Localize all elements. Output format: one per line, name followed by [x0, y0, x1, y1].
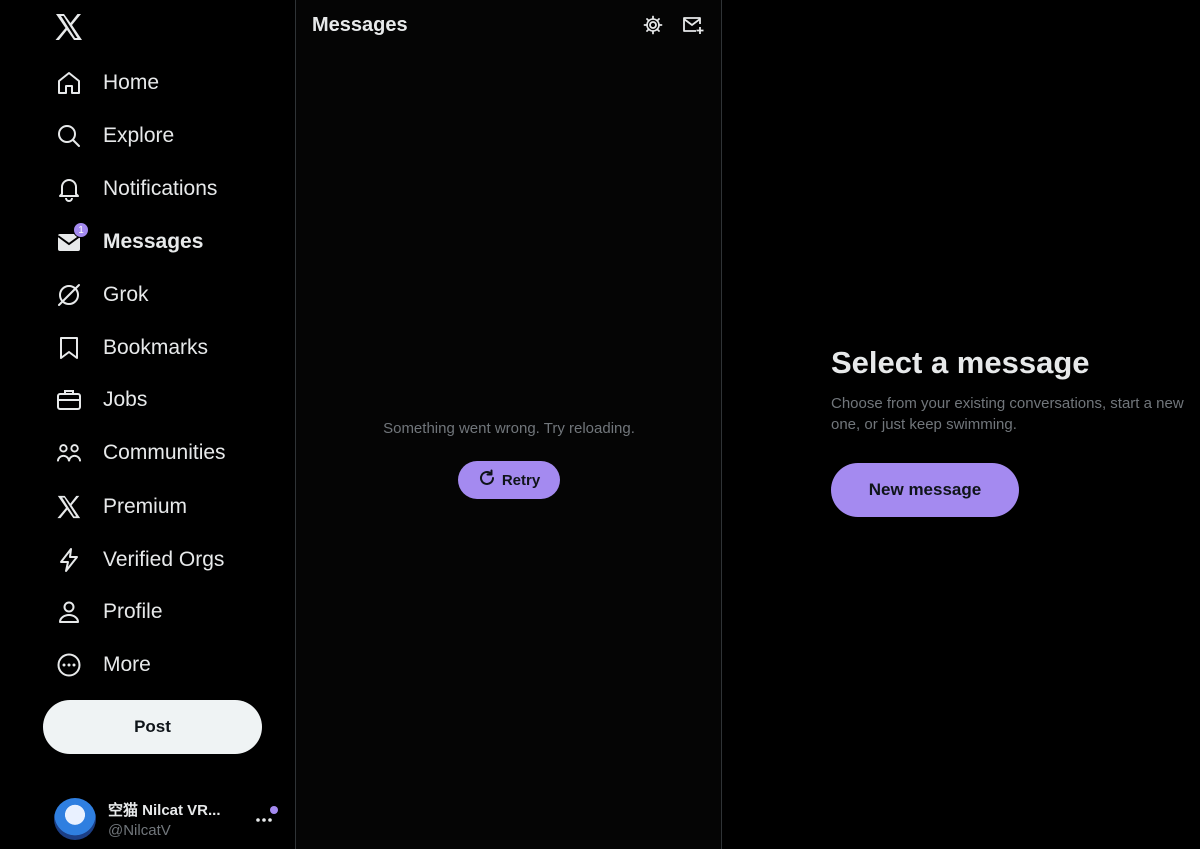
account-info: 空猫 Nilcat VR... @NilcatV	[108, 799, 248, 839]
person-icon	[56, 599, 82, 625]
messages-header: Messages	[296, 0, 721, 50]
sidebar-item-label: Home	[103, 71, 160, 94]
retry-label: Retry	[501, 471, 541, 489]
sidebar-item-grok[interactable]: Grok	[42, 271, 163, 319]
conversation-pane: Select a message Choose from your existi…	[722, 0, 1200, 849]
briefcase-icon	[56, 387, 82, 413]
sidebar-item-label: Bookmarks	[103, 336, 209, 359]
more-circle-icon	[56, 652, 82, 678]
sidebar: Home Explore Notifications 1 Messages Gr…	[0, 0, 296, 849]
envelope-icon: 1	[56, 222, 89, 255]
messages-panel: Messages Something went wrong. Try reloa…	[296, 0, 722, 849]
sidebar-item-bookmarks[interactable]: Bookmarks	[42, 324, 222, 372]
account-handle: @NilcatV	[108, 822, 171, 839]
retry-button[interactable]: Retry	[458, 461, 560, 499]
account-name: 空猫 Nilcat VR...	[108, 802, 221, 819]
sidebar-item-jobs[interactable]: Jobs	[42, 376, 161, 424]
sidebar-item-notifications[interactable]: Notifications	[42, 165, 231, 213]
page-title: Messages	[312, 13, 408, 36]
sidebar-item-label: Communities	[103, 441, 226, 464]
sidebar-item-verified-orgs[interactable]: Verified Orgs	[42, 536, 238, 584]
sidebar-item-label: Premium	[103, 495, 188, 518]
x-logo-icon[interactable]	[50, 8, 88, 46]
gear-icon[interactable]	[641, 13, 665, 37]
sidebar-item-home[interactable]: Home	[42, 59, 173, 107]
new-message-icon[interactable]	[681, 13, 705, 37]
unread-badge: 1	[73, 222, 89, 238]
sidebar-item-label: Verified Orgs	[103, 548, 225, 571]
home-icon	[56, 70, 82, 96]
sidebar-item-more[interactable]: More	[42, 641, 165, 689]
sidebar-item-explore[interactable]: Explore	[42, 112, 188, 160]
bookmark-icon	[56, 335, 82, 361]
sidebar-item-label: More	[103, 653, 151, 676]
more-horizontal-icon[interactable]	[252, 808, 276, 832]
post-button[interactable]: Post	[43, 700, 262, 754]
sidebar-item-label: Jobs	[103, 388, 148, 411]
bell-icon	[56, 176, 82, 202]
avatar	[54, 798, 96, 840]
sidebar-item-premium[interactable]: Premium	[42, 483, 201, 531]
account-switcher[interactable]: 空猫 Nilcat VR... @NilcatV	[46, 790, 286, 848]
search-icon	[56, 123, 82, 149]
communities-icon	[56, 440, 82, 466]
empty-state-title: Select a message	[831, 345, 1090, 380]
sidebar-item-label: Grok	[103, 283, 149, 306]
error-message: Something went wrong. Try reloading.	[383, 420, 635, 437]
sidebar-item-communities[interactable]: Communities	[42, 429, 240, 477]
sidebar-item-label: Explore	[103, 124, 175, 147]
sidebar-item-messages[interactable]: 1 Messages	[42, 218, 217, 266]
sidebar-item-label: Profile	[103, 600, 163, 623]
sidebar-item-profile[interactable]: Profile	[42, 588, 177, 636]
x-logo-icon	[56, 494, 82, 520]
empty-state-subtitle: Choose from your existing conversations,…	[831, 395, 1184, 433]
sidebar-item-label: Notifications	[103, 177, 218, 200]
grok-icon	[56, 282, 82, 308]
refresh-icon	[478, 469, 496, 491]
lightning-icon	[56, 547, 82, 573]
sidebar-item-label: Messages	[103, 230, 204, 253]
new-message-button[interactable]: New message	[831, 463, 1019, 517]
